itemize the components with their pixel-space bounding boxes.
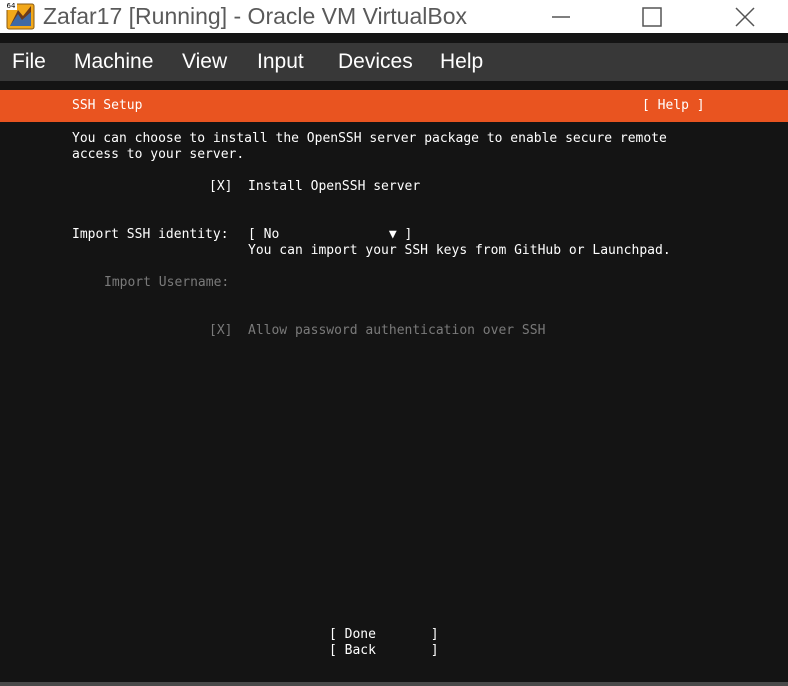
maximize-button[interactable] — [629, 0, 675, 33]
menu-bar: File Machine View Input Devices Help — [0, 43, 788, 81]
virtualbox-app-icon[interactable]: 64 — [5, 2, 36, 30]
install-openssh-checkbox[interactable]: [X] — [209, 179, 232, 195]
menu-help[interactable]: Help — [440, 48, 483, 76]
menu-view[interactable]: View — [182, 48, 227, 76]
close-button[interactable] — [722, 0, 768, 33]
minimize-icon — [552, 15, 570, 18]
minimize-button[interactable] — [538, 0, 584, 33]
import-ssh-identity-help: You can import your SSH keys from GitHub… — [248, 243, 671, 258]
import-username-label: Import Username: — [104, 275, 230, 290]
menu-input[interactable]: Input — [257, 48, 304, 76]
password-auth-checkbox[interactable]: [X] — [209, 323, 232, 339]
installer-header: SSH Setup [ Help ] — [0, 90, 788, 122]
install-openssh-label[interactable]: Install OpenSSH server — [248, 179, 420, 195]
title-bar[interactable]: 64 Zafar17 [Running] - Oracle VM Virtual… — [0, 0, 788, 33]
import-ssh-identity-label: Import SSH identity: — [72, 227, 229, 242]
help-button[interactable]: [ Help ] — [642, 98, 705, 114]
menu-machine[interactable]: Machine — [74, 48, 153, 76]
page-title: SSH Setup — [72, 98, 143, 113]
status-strip — [0, 682, 788, 686]
arch-badge: 64 — [5, 2, 17, 10]
import-ssh-identity-select[interactable]: [ No ▼ ] — [248, 227, 412, 243]
back-button[interactable]: [ Back ] — [329, 643, 439, 659]
intro-text-line-2: access to your server. — [72, 147, 245, 162]
done-button[interactable]: [ Done ] — [329, 627, 439, 643]
password-auth-label[interactable]: Allow password authentication over SSH — [248, 323, 545, 339]
intro-text-line-1: You can choose to install the OpenSSH se… — [72, 131, 667, 146]
window-title: Zafar17 [Running] - Oracle VM VirtualBox — [43, 3, 467, 29]
menu-divider — [0, 81, 788, 90]
menu-file[interactable]: File — [12, 48, 46, 76]
menu-devices[interactable]: Devices — [338, 48, 413, 76]
vm-display[interactable]: SSH Setup [ Help ] You can choose to ins… — [0, 90, 788, 682]
virtualbox-window: 64 Zafar17 [Running] - Oracle VM Virtual… — [0, 0, 788, 686]
maximize-icon — [642, 6, 662, 27]
close-icon — [735, 6, 755, 27]
